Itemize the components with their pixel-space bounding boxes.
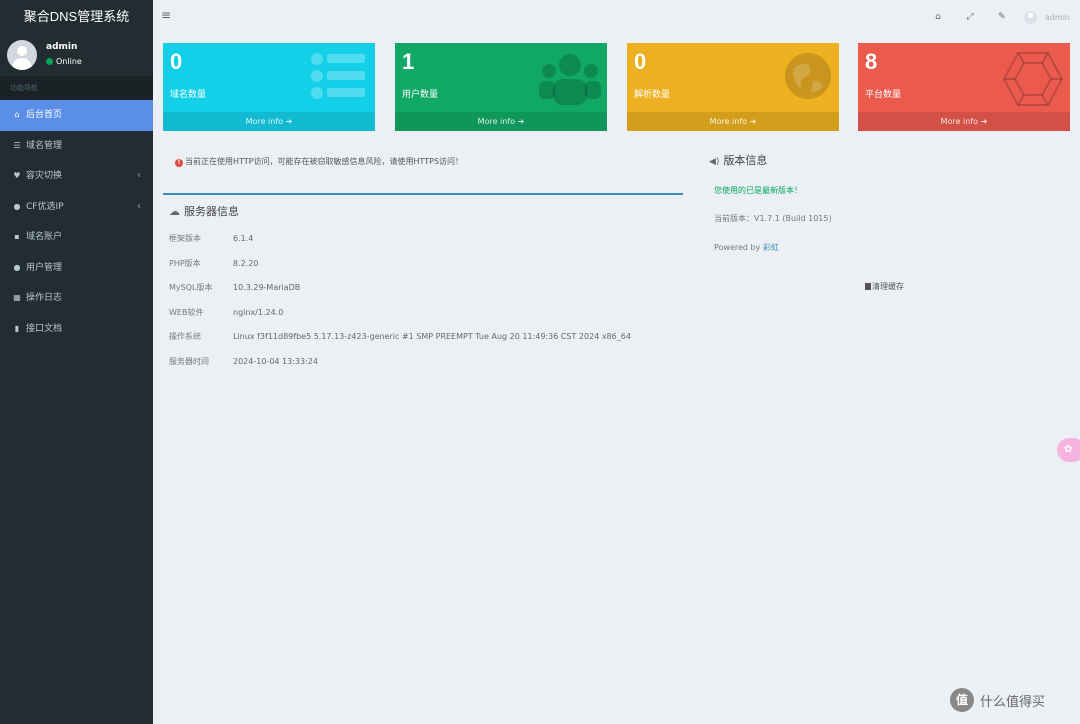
home-icon: ⌂ — [14, 110, 20, 119]
heartbeat-icon: ♥ — [13, 171, 21, 180]
list-icon — [311, 53, 365, 99]
user-panel: admin Online — [0, 34, 153, 76]
more-info-link[interactable]: More info ➔ — [627, 112, 839, 131]
translate-float-button[interactable]: ✿ — [1057, 438, 1080, 462]
stat-value: 0 — [170, 49, 183, 74]
user-name: admin — [46, 42, 78, 52]
fullscreen-icon[interactable]: ⤢ — [954, 12, 986, 22]
translate-icon: ✿ — [1064, 444, 1073, 455]
server-info-panel: ☁ 服务器信息 框架版本 6.1.4 PHP版本 8.2.20 MySQL版本 10.3… — [163, 193, 683, 378]
lock-icon: ▪ — [14, 232, 20, 241]
arrow-circle-right-icon: ➔ — [980, 117, 988, 126]
sidebar-item-cf-ip[interactable]: ● CF优选IP ‹ — [0, 192, 153, 223]
more-info-link[interactable]: More info ➔ — [395, 112, 607, 131]
stat-label: 用户数量 — [402, 90, 439, 100]
sidebar-item-domains[interactable]: ☰ 域名管理 — [0, 131, 153, 162]
version-info-title: ◀) 版本信息 — [709, 154, 768, 167]
user-avatar — [7, 40, 37, 70]
server-row: MySQL版本 10.3.29-MariaDB — [169, 283, 301, 292]
more-info-link[interactable]: More info ➔ — [163, 112, 375, 131]
stat-box-users: 1 用户数量 More info ➔ — [395, 43, 607, 131]
nav-header: 功能导航 — [0, 76, 153, 100]
user-status: Online — [46, 57, 82, 66]
http-warning: ! 当前正在使用HTTP访问，可能存在被窃取敏感信息风险，请使用HTTPS访问！ — [175, 156, 463, 167]
sidebar-item-accounts[interactable]: ▪ 域名账户 — [0, 222, 153, 253]
stat-box-platforms: 8 平台数量 More info ➔ — [858, 43, 1070, 131]
stat-box-records: 0 解析数量 More info ➔ — [627, 43, 839, 131]
chevron-left-icon: ‹ — [137, 170, 141, 181]
version-latest-message: 您使用的已是最新版本！ — [714, 186, 802, 195]
trash-icon — [865, 283, 871, 290]
cloud-icon: ☁ — [169, 205, 180, 218]
user-icon: ● — [13, 262, 21, 272]
book-icon: ▮ — [14, 323, 20, 333]
stat-value: 0 — [634, 49, 647, 74]
sidebar-item-logs[interactable]: ▦ 操作日志 — [0, 283, 153, 314]
server-info-title: ☁ 服务器信息 — [169, 205, 239, 218]
wrench-icon[interactable]: ✎ — [986, 12, 1018, 22]
users-icon — [539, 54, 601, 105]
home-icon[interactable]: ⌂ — [922, 12, 954, 22]
server-row: 服务器时间 2024-10-04 13:33:24 — [169, 357, 318, 366]
watermark-logo: 值 — [950, 688, 974, 712]
current-version: 当前版本：V1.7.1 (Build 1015) — [714, 214, 832, 223]
arrow-circle-right-icon: ➔ — [749, 117, 757, 126]
stat-label: 平台数量 — [865, 90, 902, 100]
sidebar-item-users[interactable]: ● 用户管理 — [0, 253, 153, 284]
hexagon-icon — [1002, 52, 1064, 106]
arrow-circle-right-icon: ➔ — [285, 117, 293, 126]
sidebar-item-failover[interactable]: ♥ 容灾切换 ‹ — [0, 161, 153, 192]
more-info-link[interactable]: More info ➔ — [858, 112, 1070, 131]
globe-icon — [785, 53, 831, 99]
stat-box-domains: 0 域名数量 More info ➔ — [163, 43, 375, 131]
powered-by: Powered by 彩虹 — [714, 243, 779, 252]
stat-value: 1 — [402, 49, 415, 74]
server-row: 框架版本 6.1.4 — [169, 234, 254, 243]
top-navbar: ≡ ⌂ ⤢ ✎ admin — [153, 0, 1080, 34]
sidebar-item-dashboard[interactable]: ⌂ 后台首页 — [0, 100, 153, 131]
online-dot-icon — [46, 58, 53, 65]
stat-label: 解析数量 — [634, 90, 671, 100]
list-icon: ☰ — [13, 140, 21, 150]
globe-icon: ● — [13, 201, 21, 211]
user-menu[interactable]: admin — [1023, 10, 1070, 24]
table-icon: ▦ — [13, 293, 21, 302]
sidebar: 聚合DNS管理系统 admin Online 功能导航 ⌂ 后台首页 ☰ 域名管理 … — [0, 0, 153, 724]
author-link[interactable]: 彩虹 — [763, 243, 779, 252]
top-actions: ⌂ ⤢ ✎ admin — [922, 0, 1070, 34]
volume-icon: ◀) — [709, 157, 720, 167]
server-row: PHP版本 8.2.20 — [169, 259, 259, 268]
warning-icon: ! — [175, 159, 183, 167]
hamburger-icon[interactable]: ≡ — [161, 8, 171, 22]
server-row: 操作系统 Linux f3f11d89fbe5 5.17.13-z423-gene… — [169, 332, 631, 341]
stat-value: 8 — [865, 49, 878, 74]
stat-label: 域名数量 — [170, 90, 207, 100]
avatar — [1023, 10, 1037, 24]
arrow-circle-right-icon: ➔ — [517, 117, 525, 126]
app-title[interactable]: 聚合DNS管理系统 — [0, 0, 153, 34]
sidebar-nav: ⌂ 后台首页 ☰ 域名管理 ♥ 容灾切换 ‹ ● CF优选IP ‹ ▪ 域名账户 ● 用户管理 … — [0, 100, 153, 344]
sidebar-item-api-docs[interactable]: ▮ 接口文档 — [0, 314, 153, 345]
chevron-left-icon: ‹ — [137, 200, 141, 212]
clear-cache-button[interactable]: 清理缓存 — [865, 281, 904, 292]
watermark: 值什么值得买 — [950, 688, 1045, 712]
server-row: WEB软件 nginx/1.24.0 — [169, 308, 284, 317]
